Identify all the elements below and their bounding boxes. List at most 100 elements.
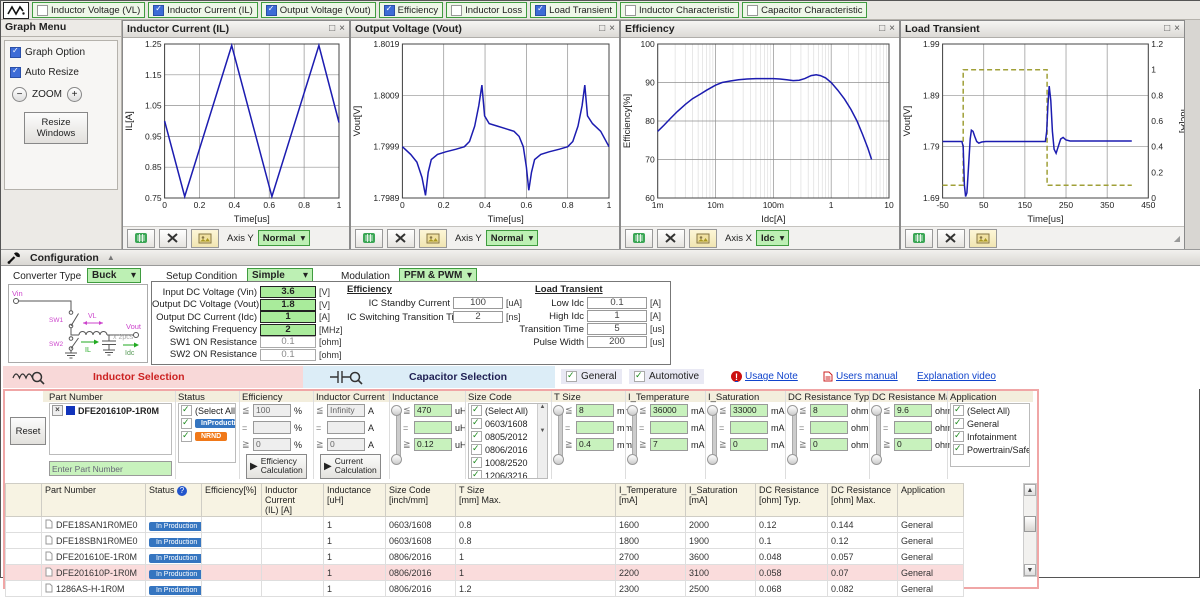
checkbox[interactable]: [953, 431, 964, 442]
column-header[interactable]: Part Number: [42, 484, 146, 517]
range-input[interactable]: [414, 421, 452, 434]
checklist-item[interactable]: InProduction: [179, 417, 235, 430]
column-header[interactable]: Status ?: [146, 484, 202, 517]
range-input[interactable]: 8: [810, 404, 848, 417]
slider-knob-min[interactable]: [627, 454, 638, 465]
checklist-item[interactable]: (Select All): [469, 404, 547, 417]
users-manual-link[interactable]: Users manual: [823, 371, 898, 382]
inductor_current-calculation-button[interactable]: ▶CurrentCalculation: [320, 454, 381, 479]
checklist-item[interactable]: Powertrain/Safety: [951, 443, 1029, 456]
checkbox[interactable]: [181, 405, 192, 416]
checkbox[interactable]: [953, 418, 964, 429]
scroll-thumb[interactable]: [1024, 516, 1036, 532]
reset-button[interactable]: Reset: [10, 417, 46, 445]
toggle-checkbox[interactable]: [266, 5, 277, 16]
range-input[interactable]: 0: [730, 438, 768, 451]
maximize-icon[interactable]: □: [599, 24, 605, 34]
graph-toggle[interactable]: Capacitor Characteristic: [742, 2, 867, 18]
slider-knob-max[interactable]: [707, 405, 718, 416]
param-input[interactable]: 5: [587, 323, 647, 335]
checkbox[interactable]: [471, 431, 482, 442]
range-input[interactable]: 36000: [650, 404, 688, 417]
checkbox[interactable]: [471, 457, 482, 468]
part-number-cell[interactable]: DFE201610P-1R0M: [42, 565, 146, 581]
graph-toggle[interactable]: Inductor Current (IL): [148, 2, 258, 18]
maximize-icon[interactable]: □: [879, 24, 885, 34]
part-number-input[interactable]: [49, 461, 172, 476]
param-input[interactable]: 1: [260, 311, 316, 323]
column-header[interactable]: [6, 484, 42, 517]
automotive-checkbox[interactable]: Automotive: [629, 369, 704, 384]
slider-knob-min[interactable]: [553, 454, 564, 465]
slider-knob-min[interactable]: [707, 454, 718, 465]
export-csv-button[interactable]: [355, 229, 383, 248]
graph-toggle[interactable]: Inductor Voltage (VL): [32, 2, 145, 18]
export-csv-button[interactable]: [127, 229, 155, 248]
range-input[interactable]: 0.4: [576, 438, 614, 451]
maximize-icon[interactable]: □: [1164, 24, 1170, 34]
param-input[interactable]: 0.1: [260, 336, 316, 348]
table-row[interactable]: DFE18SBN1R0ME0In Production10603/16080.8…: [6, 533, 964, 549]
save-image-button[interactable]: [191, 229, 219, 248]
graph-toggle[interactable]: Output Voltage (Vout): [261, 2, 376, 18]
column-header[interactable]: Inductance[uH]: [324, 484, 386, 517]
range-input[interactable]: 0: [253, 438, 291, 451]
checkbox[interactable]: [471, 405, 482, 416]
graph-menu-option[interactable]: Graph Option: [10, 47, 112, 58]
toggle-checkbox[interactable]: [37, 5, 48, 16]
tab-inductor-selection[interactable]: Inductor Selection: [3, 366, 303, 388]
range-input[interactable]: 0: [327, 438, 365, 451]
range-slider[interactable]: [553, 403, 565, 467]
slider-knob-max[interactable]: [871, 405, 882, 416]
part-number-cell[interactable]: DFE201610E-1R0M: [42, 549, 146, 565]
range-input[interactable]: 33000: [730, 404, 768, 417]
toggle-checkbox[interactable]: [625, 5, 636, 16]
axis-select[interactable]: Normal▾: [486, 230, 539, 246]
efficiency-calculation-button[interactable]: ▶EfficiencyCalculation: [246, 454, 307, 479]
slider-knob-min[interactable]: [871, 454, 882, 465]
column-header[interactable]: I_Saturation[mA]: [686, 484, 756, 517]
checkbox[interactable]: [953, 405, 964, 416]
checkbox[interactable]: [181, 431, 192, 442]
range-input[interactable]: [730, 421, 768, 434]
slider-knob-min[interactable]: [787, 454, 798, 465]
converter-type-select[interactable]: Buck▾: [87, 268, 141, 283]
graph-toggle[interactable]: Load Transient: [530, 2, 617, 18]
graph-toggle[interactable]: Efficiency: [379, 2, 443, 18]
checklist-item[interactable]: 0805/2012: [469, 430, 547, 443]
slider-knob-max[interactable]: [553, 405, 564, 416]
table-row[interactable]: DFE18SAN1R0ME0In Production10603/16080.8…: [6, 517, 964, 533]
option-checkbox[interactable]: [10, 67, 21, 78]
param-input[interactable]: 2: [453, 311, 503, 323]
param-input[interactable]: 3.6: [260, 286, 316, 298]
checklist-item[interactable]: Infotainment: [951, 430, 1029, 443]
table-scrollbar[interactable]: ▲ ▼: [1023, 483, 1037, 577]
checkbox[interactable]: [181, 418, 192, 429]
column-header[interactable]: Application: [898, 484, 964, 517]
close-icon[interactable]: ×: [889, 24, 895, 34]
param-input[interactable]: 0.1: [260, 349, 316, 361]
checklist-item[interactable]: 1008/2520: [469, 456, 547, 469]
range-input[interactable]: [253, 421, 291, 434]
window-titlebar[interactable]: Efficiency □×: [621, 21, 899, 38]
checklist-item[interactable]: 0603/1608: [469, 417, 547, 430]
checkbox[interactable]: [471, 418, 482, 429]
range-input[interactable]: [810, 421, 848, 434]
help-icon[interactable]: ?: [177, 486, 187, 496]
explanation-video-link[interactable]: Explanation video: [917, 371, 996, 382]
checkbox[interactable]: [953, 444, 964, 455]
part-number-cell[interactable]: DFE18SBN1R0ME0: [42, 533, 146, 549]
checkbox[interactable]: [471, 470, 482, 479]
close-icon[interactable]: ×: [1174, 24, 1180, 34]
configuration-header[interactable]: Configuration ▲: [1, 249, 1200, 266]
range-input[interactable]: 100: [253, 404, 291, 417]
axis-select[interactable]: Idc▾: [756, 230, 790, 246]
column-header[interactable]: T Size[mm] Max.: [456, 484, 616, 517]
checklist-item[interactable]: NRND: [179, 430, 235, 443]
range-input[interactable]: [894, 421, 932, 434]
save-image-button[interactable]: [419, 229, 447, 248]
range-input[interactable]: 0: [894, 438, 932, 451]
part-number-cell[interactable]: DFE18SAN1R0ME0: [42, 517, 146, 533]
column-header[interactable]: I_Temperature[mA]: [616, 484, 686, 517]
slider-knob-max[interactable]: [627, 405, 638, 416]
